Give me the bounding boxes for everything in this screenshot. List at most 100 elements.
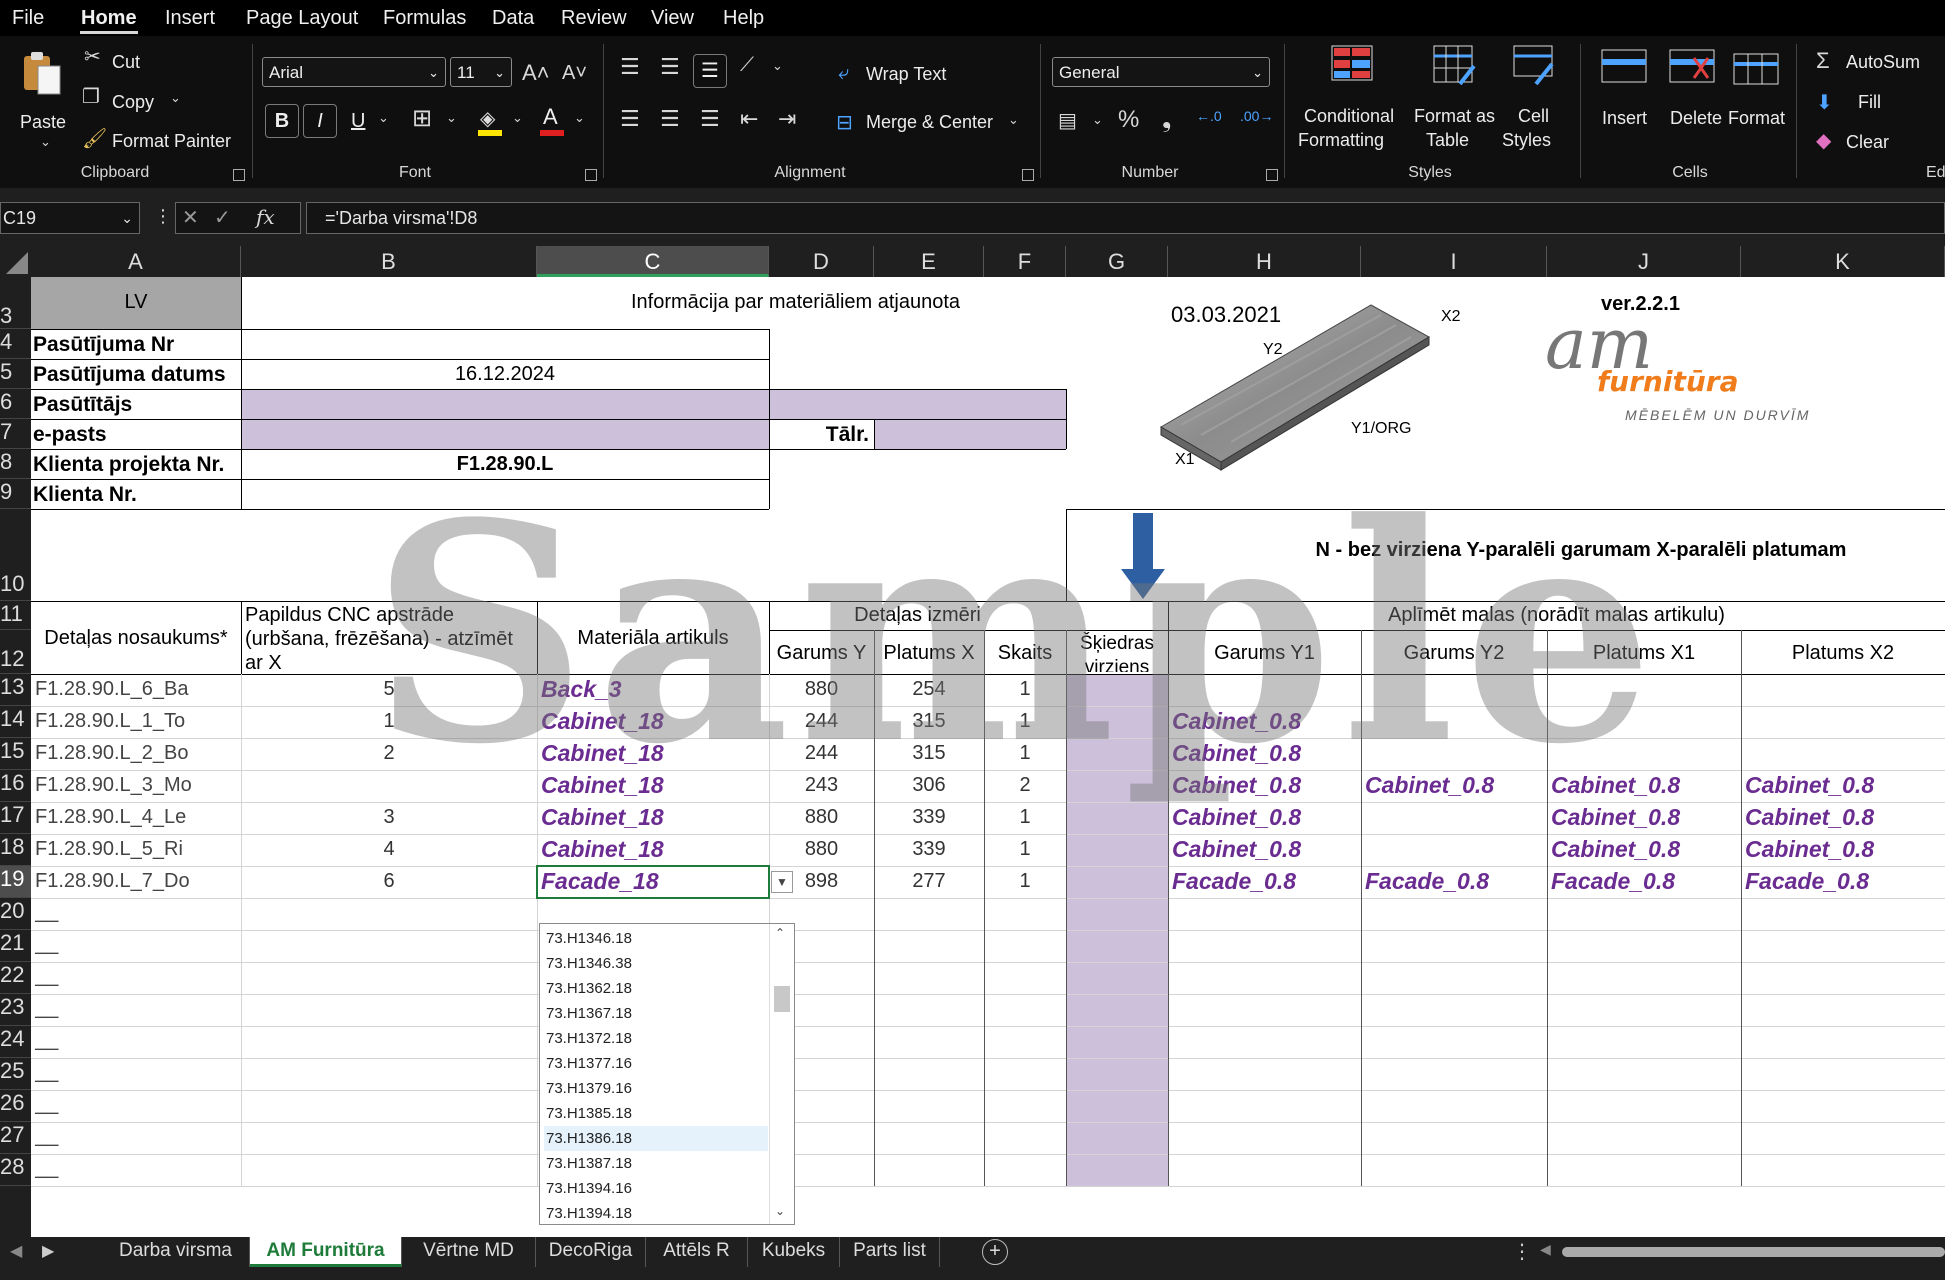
row-header[interactable]: 11	[0, 601, 31, 630]
hscroll-left-icon[interactable]: ◀	[1540, 1241, 1551, 1258]
bold-button[interactable]: B	[265, 104, 299, 138]
dropdown-option[interactable]: 73.H1346.38	[544, 951, 768, 976]
clipboard-launcher-icon[interactable]	[233, 169, 245, 181]
edge-y1-cell[interactable]: Cabinet_0.8	[1172, 740, 1362, 767]
count-cell[interactable]: 1	[984, 838, 1066, 861]
column-header-e[interactable]: E	[874, 246, 984, 277]
empty-part-name-cell[interactable]: __	[35, 1028, 235, 1052]
material-cell[interactable]: Back_3	[541, 676, 767, 703]
dropdown-option[interactable]: 73.H1362.18	[544, 976, 768, 1001]
insert-function-icon[interactable]: fx	[256, 205, 275, 229]
number-launcher-icon[interactable]	[1266, 169, 1278, 181]
edge-y1-cell[interactable]: Cabinet_0.8	[1172, 708, 1362, 735]
menu-page-layout[interactable]: Page Layout	[246, 7, 358, 30]
row-header[interactable]: 5	[0, 359, 31, 389]
sheet-tab[interactable]: DecoRiga	[536, 1237, 646, 1267]
sheet-tab[interactable]: Parts list	[840, 1237, 940, 1267]
scroll-thumb[interactable]	[774, 986, 790, 1012]
insert-cells-button[interactable]: Insert	[1592, 42, 1656, 152]
dropdown-option[interactable]: 73.H1394.16	[544, 1176, 768, 1201]
edge-x2-cell[interactable]: Facade_0.8	[1745, 868, 1943, 895]
row-header[interactable]: 27	[0, 1122, 31, 1154]
material-dropdown-list[interactable]: 73.H1346.18 73.H1346.38 73.H1362.18 73.H136…	[539, 923, 795, 1225]
row-header[interactable]: 15	[0, 738, 31, 770]
dropdown-option[interactable]: 73.H1377.16	[544, 1051, 768, 1076]
edge-x2-cell[interactable]: Cabinet_0.8	[1745, 836, 1943, 863]
decrease-decimal-icon[interactable]: .00→	[1240, 108, 1273, 124]
wrap-text-button[interactable]: Wrap Text	[866, 64, 946, 85]
autosum-button[interactable]: AutoSum	[1846, 52, 1920, 73]
menu-home[interactable]: Home	[81, 7, 137, 30]
fill-button[interactable]: Fill	[1858, 92, 1881, 113]
row-header[interactable]: 9	[0, 479, 31, 509]
row-header[interactable]: 21	[0, 930, 31, 962]
cnc-cell[interactable]: 5	[241, 678, 537, 701]
clear-button[interactable]: Clear	[1846, 132, 1889, 153]
chevron-down-icon[interactable]: ⌄	[1008, 112, 1019, 128]
column-header-a[interactable]: A	[31, 246, 241, 277]
scroll-left-icon[interactable]: ◀	[10, 1241, 22, 1261]
align-bottom-icon[interactable]: ☰	[693, 54, 727, 88]
chevron-down-icon[interactable]: ⌄	[446, 110, 457, 126]
sheet-tab[interactable]: Kubeks	[748, 1237, 840, 1267]
italic-button[interactable]: I	[303, 104, 337, 138]
count-cell[interactable]: 1	[984, 806, 1066, 829]
row-header[interactable]: 10	[0, 509, 31, 601]
percent-icon[interactable]: %	[1118, 106, 1139, 134]
decrease-indent-icon[interactable]: ⇤	[740, 106, 758, 132]
row-header-selected[interactable]: 19	[0, 866, 31, 898]
edge-x1-cell[interactable]: Cabinet_0.8	[1551, 836, 1739, 863]
width-cell[interactable]: 339	[874, 838, 984, 861]
orientation-icon[interactable]: ⟋	[740, 54, 754, 77]
empty-part-name-cell[interactable]: __	[35, 900, 235, 924]
worksheet-grid[interactable]: LV Informācija par materiāliem atjaunota…	[31, 277, 1945, 1237]
width-cell[interactable]: 315	[874, 742, 984, 765]
chevron-down-icon[interactable]: ⌄	[170, 90, 181, 106]
enter-icon[interactable]: ✓	[214, 205, 231, 230]
add-sheet-icon[interactable]: +	[982, 1239, 1008, 1265]
length-cell[interactable]: 880	[769, 806, 874, 829]
empty-part-name-cell[interactable]: __	[35, 1060, 235, 1084]
row-header[interactable]: 7	[0, 419, 31, 449]
length-cell[interactable]: 880	[769, 678, 874, 701]
sheet-tab[interactable]: Vērtne MD	[402, 1237, 536, 1267]
merge-center-button[interactable]: Merge & Center	[866, 112, 993, 133]
paste-button[interactable]: Paste ⌄	[12, 46, 70, 156]
row-header[interactable]: 12	[0, 630, 31, 674]
font-name-combo[interactable]: Arial ⌄	[262, 57, 446, 87]
material-cell[interactable]: Cabinet_18	[541, 804, 767, 831]
part-name-cell[interactable]: F1.28.90.L_7_Do	[35, 870, 239, 893]
menu-help[interactable]: Help	[723, 7, 764, 30]
project-value[interactable]: F1.28.90.L	[241, 453, 769, 476]
edge-x1-cell[interactable]: Facade_0.8	[1551, 868, 1739, 895]
menu-review[interactable]: Review	[561, 7, 627, 30]
menu-formulas[interactable]: Formulas	[383, 7, 466, 30]
scroll-up-icon[interactable]: ⌃	[775, 926, 785, 940]
comma-icon[interactable]: ❟	[1162, 106, 1171, 134]
length-cell[interactable]: 244	[769, 710, 874, 733]
empty-part-name-cell[interactable]: __	[35, 932, 235, 956]
align-top-icon[interactable]: ☰	[620, 54, 640, 80]
decrease-font-icon[interactable]: A˅	[562, 62, 587, 85]
row-header[interactable]: 3	[0, 277, 31, 329]
width-cell[interactable]: 306	[874, 774, 984, 797]
more-options-icon[interactable]: ⋮	[154, 206, 172, 227]
column-header-i[interactable]: I	[1361, 246, 1547, 277]
scroll-down-icon[interactable]: ⌄	[775, 1204, 785, 1218]
horizontal-scrollbar-thumb[interactable]	[1562, 1247, 1945, 1257]
dropdown-option[interactable]: 73.H1385.18	[544, 1101, 768, 1126]
number-format-combo[interactable]: General ⌄	[1052, 57, 1270, 87]
dropdown-option[interactable]: 73.H1346.18	[544, 926, 768, 951]
copy-button[interactable]: Copy	[112, 92, 154, 113]
row-header[interactable]: 4	[0, 329, 31, 359]
part-name-cell[interactable]: F1.28.90.L_5_Ri	[35, 838, 239, 861]
length-cell[interactable]: 244	[769, 742, 874, 765]
dropdown-option[interactable]: 73.H1394.18	[544, 1201, 768, 1226]
row-header[interactable]: 8	[0, 449, 31, 479]
format-painter-button[interactable]: Format Painter	[112, 131, 231, 152]
edge-y2-cell[interactable]: Cabinet_0.8	[1365, 772, 1545, 799]
dropdown-option[interactable]: 73.H1372.18	[544, 1026, 768, 1051]
chevron-down-icon[interactable]: ⌄	[772, 58, 783, 74]
row-header[interactable]: 13	[0, 674, 31, 706]
row-header[interactable]: 17	[0, 802, 31, 834]
